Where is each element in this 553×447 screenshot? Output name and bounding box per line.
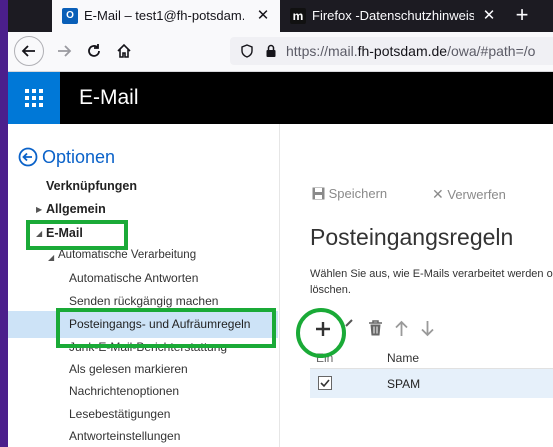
nav-undo-send[interactable]: Senden rückgängig machen [69,294,218,308]
shield-icon [241,44,253,58]
page-title: Posteingangsregeln [310,224,514,250]
forward-button[interactable] [49,36,79,66]
annotation-box-email [26,220,128,250]
back-button[interactable] [14,36,44,66]
tab-title: E-Mail – test1@fh-potsdam.de [84,8,244,23]
arrow-right-icon [58,45,72,57]
caret-down-icon: ◢ [48,253,55,262]
tab-email[interactable]: O E-Mail – test1@fh-potsdam.de ✕ [52,0,280,32]
trash-icon[interactable] [368,320,383,337]
check-icon [320,379,330,388]
table-row[interactable]: SPAM [310,369,553,398]
lock-icon [266,44,276,57]
rule-name: SPAM [387,377,421,391]
close-icon[interactable]: ✕ [480,7,498,25]
tab-title: Firefox -Datenschutzhinweis — [312,8,474,23]
reload-icon [88,44,100,57]
back-circle-icon [18,147,38,167]
annotation-circle-add [296,308,346,358]
reload-button[interactable] [79,36,109,66]
address-bar[interactable]: https://mail.fh-potsdam.de/owa/#path=/o [230,37,553,65]
outlook-icon: O [62,8,78,24]
nav-message-options[interactable]: Nachrichtenoptionen [69,384,179,398]
arrow-down-icon[interactable] [420,320,435,337]
home-button[interactable] [109,36,139,66]
column-name[interactable]: Name [387,351,419,365]
nav-auto-replies[interactable]: Automatische Antworten [69,271,198,285]
waffle-icon [25,89,43,107]
home-icon [117,43,131,58]
save-button[interactable]: Speichern [312,186,387,201]
x-icon: ✕ [432,186,444,202]
arrow-left-icon [21,45,35,57]
rules-table-header: Ein Name [310,346,553,369]
edit-icon[interactable] [344,318,354,328]
nav-read-receipts[interactable]: Lesebestätigungen [69,407,170,421]
url-text: https://mail.fh-potsdam.de/owa/#path=/o [286,43,536,59]
m-icon: m [290,8,306,24]
options-navigation: Optionen Verknüpfungen ▶ Allgemein ◢ E-M… [8,124,278,447]
save-icon [312,187,325,200]
discard-button[interactable]: ✕ Verwerfen [432,186,506,203]
nav-general[interactable]: Allgemein [46,202,106,216]
nav-shortcuts[interactable]: Verknüpfungen [46,179,137,193]
browser-navigation-bar: https://mail.fh-potsdam.de/owa/#path=/o [8,32,553,72]
close-icon[interactable]: ✕ [254,7,272,25]
save-label: Speichern [328,186,388,201]
rule-enabled-checkbox[interactable] [318,376,332,390]
browser-tab-strip: O E-Mail – test1@fh-potsdam.de ✕ m Firef… [8,0,553,32]
app-launcher-button[interactable] [8,72,60,124]
window-frame-edge [0,0,8,447]
nav-mark-as-read[interactable]: Als gelesen markieren [69,362,188,376]
caret-right-icon: ▶ [36,205,43,214]
arrow-up-icon[interactable] [394,320,409,337]
discard-label: Verwerfen [447,187,506,202]
annotation-box-inbox-rules [56,308,276,348]
app-header: E-Mail [8,72,553,124]
options-label: Optionen [42,147,116,167]
nav-auto-processing[interactable]: Automatische Verarbeitung [58,249,196,261]
nav-reply-settings[interactable]: Antworteinstellungen [69,429,180,443]
page-description: Wählen Sie aus, wie E-Mails verarbeitet … [310,268,553,296]
new-tab-button[interactable]: + [506,0,538,32]
app-title: E-Mail [79,86,139,109]
inbox-rules-pane: Speichern ✕ Verwerfen Posteingangsregeln… [279,124,553,447]
tab-firefox-privacy[interactable]: m Firefox -Datenschutzhinweis — ✕ [280,0,506,32]
